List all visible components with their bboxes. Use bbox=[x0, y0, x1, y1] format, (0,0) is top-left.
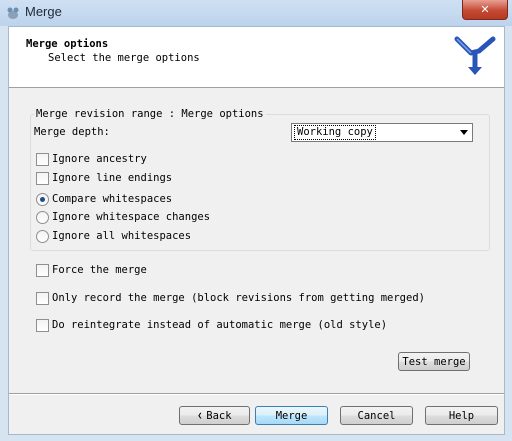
wizard-header: Merge options Select the merge options bbox=[9, 27, 504, 88]
ignore-ancestry-label[interactable]: Ignore ancestry bbox=[52, 153, 147, 165]
footer-separator bbox=[9, 393, 504, 395]
chevron-down-icon bbox=[460, 130, 468, 135]
ignore-whitespace-changes-label[interactable]: Ignore whitespace changes bbox=[52, 211, 210, 223]
help-button[interactable]: Help bbox=[425, 406, 498, 425]
force-merge-label[interactable]: Force the merge bbox=[52, 264, 147, 276]
test-merge-button[interactable]: Test merge bbox=[398, 352, 470, 371]
group-label: Merge revision range : Merge options bbox=[34, 108, 266, 120]
record-only-label[interactable]: Only record the merge (block revisions f… bbox=[52, 292, 425, 304]
ignore-line-endings-label[interactable]: Ignore line endings bbox=[52, 172, 172, 184]
close-button[interactable]: ✕ bbox=[462, 0, 508, 20]
close-icon: ✕ bbox=[480, 3, 490, 16]
dialog-client: Merge options Select the merge options M… bbox=[8, 26, 505, 435]
ignore-line-endings-checkbox[interactable] bbox=[36, 172, 49, 185]
force-merge-checkbox[interactable] bbox=[36, 264, 49, 277]
chevron-left-icon: ❮ bbox=[197, 411, 203, 420]
compare-whitespaces-radio[interactable] bbox=[36, 193, 49, 206]
ignore-whitespace-changes-radio[interactable] bbox=[36, 211, 49, 224]
reintegrate-label[interactable]: Do reintegrate instead of automatic merg… bbox=[52, 319, 387, 331]
ignore-all-whitespaces-label[interactable]: Ignore all whitespaces bbox=[52, 230, 191, 242]
record-only-checkbox[interactable] bbox=[36, 292, 49, 305]
window-title-bar: Merge ✕ bbox=[0, 0, 512, 26]
window-title: Merge bbox=[25, 4, 62, 19]
back-button-label: Back bbox=[206, 409, 232, 422]
back-button[interactable]: ❮ Back bbox=[179, 406, 250, 425]
merge-logo-icon bbox=[454, 36, 496, 75]
merge-depth-select[interactable]: Working copy bbox=[291, 123, 473, 142]
merge-depth-value: Working copy bbox=[294, 125, 376, 140]
reintegrate-checkbox[interactable] bbox=[36, 319, 49, 332]
app-icon bbox=[7, 7, 19, 19]
merge-depth-label: Merge depth: bbox=[34, 126, 110, 138]
header-subtitle: Select the merge options bbox=[48, 52, 200, 64]
header-title: Merge options bbox=[26, 38, 109, 50]
compare-whitespaces-label[interactable]: Compare whitespaces bbox=[52, 193, 172, 205]
merge-button[interactable]: Merge bbox=[255, 406, 328, 425]
cancel-button[interactable]: Cancel bbox=[340, 406, 413, 425]
ignore-all-whitespaces-radio[interactable] bbox=[36, 230, 49, 243]
ignore-ancestry-checkbox[interactable] bbox=[36, 153, 49, 166]
